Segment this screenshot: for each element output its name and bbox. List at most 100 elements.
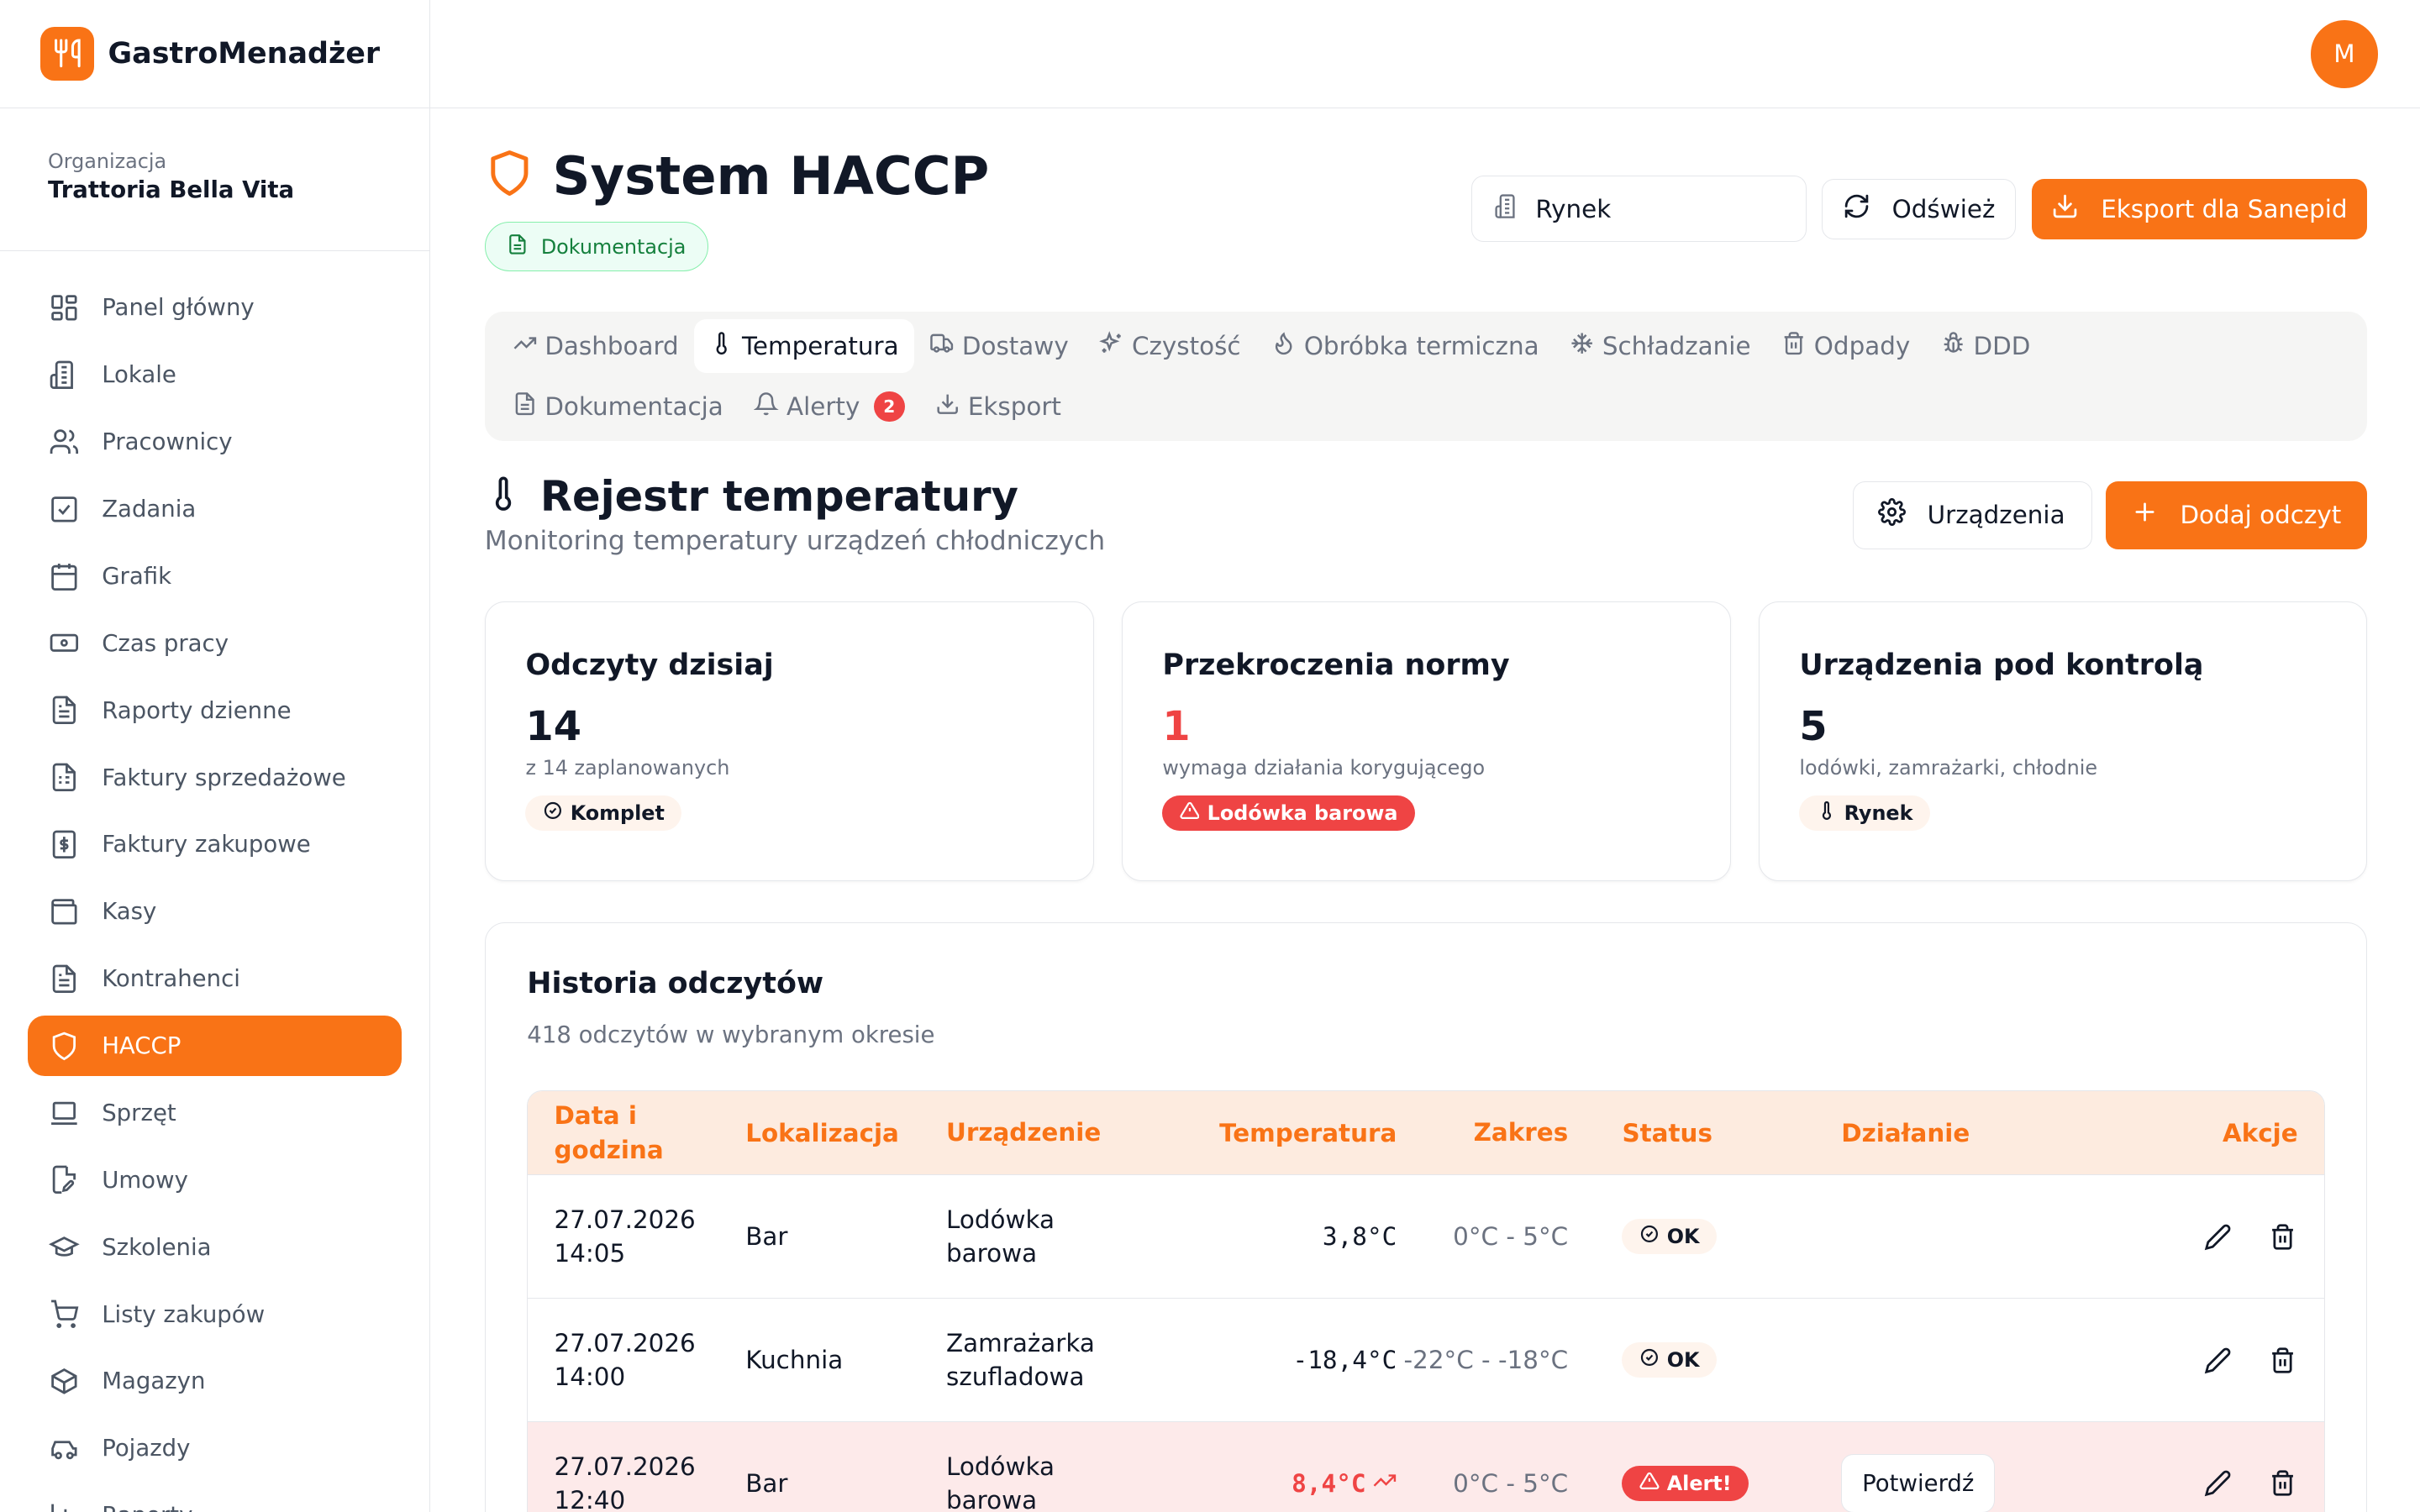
- card-value: 5: [1799, 704, 1828, 751]
- table-row[interactable]: 27.07.2026 14:05 Bar Lodówka barowa 3,8°…: [528, 1174, 2324, 1299]
- tab-obrobka-termiczna[interactable]: Obróbka termiczna: [1256, 319, 1555, 373]
- status-badge-label: Alert!: [1666, 1471, 1732, 1495]
- sidebar-item-sprzet[interactable]: Sprzęt: [28, 1083, 402, 1143]
- cell-location: Bar: [745, 1222, 788, 1252]
- cell-row-actions: [2042, 1345, 2324, 1376]
- alert-badge-label: Lodówka barowa: [1207, 801, 1398, 825]
- tab-dokumentacja[interactable]: Dokumentacja: [497, 380, 739, 433]
- sidebar-item-label: Pojazdy: [102, 1435, 191, 1462]
- cell-range: 0°C - 5°C: [1453, 1468, 1569, 1498]
- thermometer-icon: [1817, 801, 1837, 826]
- status-badge-label: OK: [1666, 1225, 1700, 1249]
- sidebar: GastroMenadżer Organizacja Trattoria Bel…: [0, 0, 431, 1512]
- location-select[interactable]: Rynek: [1471, 176, 1807, 243]
- sidebar-item-magazyn[interactable]: Magazyn: [28, 1352, 402, 1412]
- sidebar-item-raporty-dzienne[interactable]: Raporty dzienne: [28, 680, 402, 741]
- alert-badge[interactable]: Lodówka barowa: [1162, 795, 1415, 832]
- tab-schladzanie[interactable]: Schładzanie: [1555, 319, 1766, 373]
- sidebar-item-grafik[interactable]: Grafik: [28, 546, 402, 606]
- sidebar-item-lokale[interactable]: Lokale: [28, 344, 402, 405]
- cell-datetime: 27.07.2026 12:40: [528, 1450, 745, 1512]
- documentation-badge[interactable]: Dokumentacja: [484, 222, 709, 272]
- sidebar-item-umowy[interactable]: Umowy: [28, 1150, 402, 1210]
- main-content: System HACCP Dokumentacja Rynek Odśwież …: [484, 108, 2368, 1512]
- column-header[interactable]: Zakres: [1397, 1116, 1569, 1149]
- tab-dostawy[interactable]: Dostawy: [914, 319, 1084, 373]
- building-icon: [48, 359, 81, 391]
- sidebar-item-label: Zadania: [102, 496, 197, 523]
- confirm-button[interactable]: Potwierdź: [1841, 1454, 1996, 1512]
- sidebar-item-zadania[interactable]: Zadania: [28, 479, 402, 539]
- tab-label: Temperatura: [741, 332, 899, 361]
- organization-switcher[interactable]: Organizacja Trattoria Bella Vita: [0, 108, 430, 252]
- tab-temperatura[interactable]: Temperatura: [694, 319, 914, 374]
- flame-icon: [1271, 331, 1296, 361]
- delete-icon[interactable]: [2267, 1468, 2298, 1499]
- status-badge-label: OK: [1666, 1348, 1700, 1373]
- sidebar-item-pracownicy[interactable]: Pracownicy: [28, 412, 402, 472]
- edit-icon[interactable]: [2202, 1345, 2233, 1376]
- edit-icon[interactable]: [2202, 1221, 2233, 1252]
- sidebar-item-panel[interactable]: Panel główny: [28, 278, 402, 339]
- section-title: Rejestr temperatury: [485, 472, 1018, 521]
- tab-eksport[interactable]: Eksport: [920, 380, 1076, 433]
- tab-ddd[interactable]: DDD: [1926, 319, 2046, 373]
- snowflake-icon: [1570, 331, 1594, 361]
- column-header[interactable]: Urządzenie: [946, 1116, 1147, 1149]
- tab-alerty[interactable]: Alerty 2: [739, 380, 920, 433]
- sidebar-item-czas-pracy[interactable]: Czas pracy: [28, 613, 402, 674]
- truck-icon: [929, 331, 954, 361]
- add-reading-button[interactable]: Dodaj odczyt: [2106, 481, 2368, 549]
- dashboard-grid-icon: [48, 291, 81, 324]
- sidebar-item-kontrahenci[interactable]: Kontrahenci: [28, 948, 402, 1009]
- cell-datetime: 27.07.2026 14:00: [528, 1326, 745, 1394]
- column-header[interactable]: Lokalizacja: [745, 1119, 946, 1147]
- brand[interactable]: GastroMenadżer: [0, 0, 430, 108]
- sidebar-item-faktury-zakupowe[interactable]: Faktury zakupowe: [28, 815, 402, 875]
- cell-device: Lodówka barowa: [946, 1205, 1055, 1268]
- sidebar-item-listy-zakupow[interactable]: Listy zakupów: [28, 1284, 402, 1345]
- column-header[interactable]: Status: [1568, 1119, 1841, 1147]
- column-header[interactable]: Temperatura: [1147, 1119, 1397, 1147]
- sidebar-item-faktury-sprzedazowe[interactable]: Faktury sprzedażowe: [28, 748, 402, 808]
- tab-row: Dashboard Temperatura Dostawy Czystość O…: [497, 318, 2354, 375]
- export-sanepid-button[interactable]: Eksport dla Sanepid: [2031, 179, 2368, 239]
- sidebar-item-kasy[interactable]: Kasy: [28, 881, 402, 942]
- table-row-alert[interactable]: 27.07.2026 12:40 Bar Lodówka barowa 8,4°…: [528, 1421, 2324, 1512]
- tab-odpady[interactable]: Odpady: [1766, 319, 1926, 373]
- document-icon: [513, 391, 537, 422]
- refresh-button[interactable]: Odśwież: [1822, 179, 2017, 239]
- tab-dashboard[interactable]: Dashboard: [497, 319, 694, 373]
- sidebar-item-label: Kasy: [102, 898, 157, 926]
- sidebar-item-haccp[interactable]: HACCP: [28, 1016, 402, 1076]
- temperature-value: 8,4°C: [1292, 1468, 1366, 1498]
- avatar[interactable]: M: [2310, 19, 2379, 88]
- sidebar-item-label: Raporty: [102, 1502, 192, 1512]
- delete-icon[interactable]: [2267, 1221, 2298, 1252]
- table-header: Data i godzina Lokalizacja Urządzenie Te…: [528, 1091, 2324, 1175]
- signature-icon: [48, 1164, 81, 1197]
- alert-count-badge: 2: [873, 391, 905, 423]
- graduation-cap-icon: [48, 1231, 81, 1263]
- table-row[interactable]: 27.07.2026 14:00 Kuchnia Zamrażarka szuf…: [528, 1298, 2324, 1422]
- car-icon: [48, 1432, 81, 1465]
- thermometer-icon: [485, 472, 522, 521]
- status-badge: OK: [1622, 1341, 1717, 1378]
- sidebar-item-szkolenia[interactable]: Szkolenia: [28, 1217, 402, 1278]
- header-actions: Rynek Odśwież Eksport dla Sanepid: [1471, 176, 2368, 243]
- tab-czystosc[interactable]: Czystość: [1084, 319, 1256, 373]
- temperature-alert-value: 8,4°C: [1292, 1468, 1397, 1499]
- delete-icon[interactable]: [2267, 1345, 2298, 1376]
- devices-button[interactable]: Urządzenia: [1852, 481, 2092, 549]
- trend-icon: [513, 331, 537, 361]
- cell-row-actions: [2042, 1221, 2324, 1252]
- column-header[interactable]: Data i godzina: [528, 1099, 745, 1167]
- edit-icon[interactable]: [2202, 1468, 2233, 1499]
- sidebar-item-raporty[interactable]: Raporty: [28, 1485, 402, 1512]
- document-icon: [48, 963, 81, 995]
- trend-up-icon: [1372, 1468, 1397, 1499]
- sidebar-item-pojazdy[interactable]: Pojazdy: [28, 1418, 402, 1478]
- shield-icon: [485, 145, 534, 207]
- tab-label: Dokumentacja: [544, 391, 723, 421]
- sidebar-item-label: Listy zakupów: [102, 1300, 266, 1328]
